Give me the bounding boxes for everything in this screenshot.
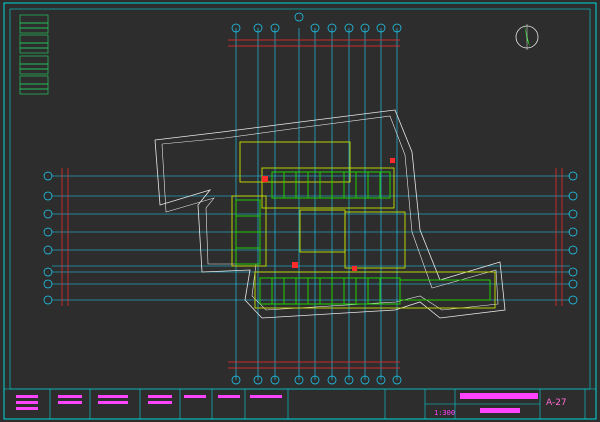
inner-frame [9, 8, 591, 390]
plan-drawing [3, 2, 597, 420]
plan-annotations [262, 158, 395, 271]
north-arrow-icon [515, 24, 539, 50]
title-block-text-bars [16, 393, 538, 413]
horizontal-grid-lines [52, 175, 570, 301]
dimension-lines [61, 39, 563, 369]
cad-drawing-canvas: A-27 1:300 [0, 0, 600, 422]
legend-tables [19, 14, 49, 95]
sheet-number: A-27 [546, 398, 567, 408]
building-outline [231, 141, 496, 309]
scale-note: 1:300 [434, 409, 456, 417]
